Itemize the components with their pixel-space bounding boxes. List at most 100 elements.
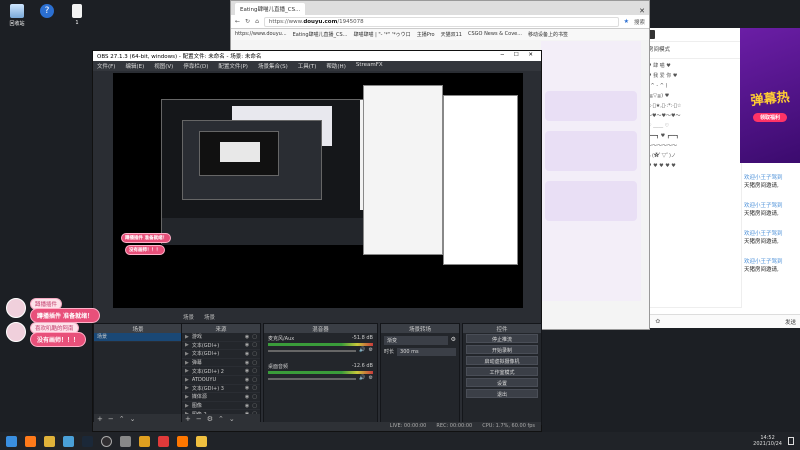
gift-icon[interactable]: ✿ xyxy=(655,318,660,325)
lock-icon[interactable]: ▢ xyxy=(252,360,257,366)
douyu-icon[interactable] xyxy=(177,435,188,447)
gear-icon[interactable]: ⚙ xyxy=(369,375,373,381)
close-icon[interactable]: ✕ xyxy=(635,7,649,15)
msg-name: 欢迎小王子驾到 xyxy=(744,203,783,209)
explorer-icon[interactable] xyxy=(44,435,55,447)
promo-button[interactable]: 领取福利 xyxy=(753,113,787,122)
preview-danmu-bubble: 蹲播插件 准备就绪！ xyxy=(121,233,172,243)
source-label: 文本(GDI+) xyxy=(191,342,220,349)
obs-icon[interactable] xyxy=(101,435,112,447)
eye-icon[interactable]: ◉ xyxy=(245,334,249,340)
eye-icon[interactable]: ◉ xyxy=(245,394,249,400)
eye-icon[interactable]: ◉ xyxy=(245,342,249,348)
eye-icon[interactable]: ◉ xyxy=(245,360,249,366)
source-item[interactable]: ▶ 文本(GDI+) ◉ ▢ xyxy=(182,342,260,351)
volume-slider[interactable] xyxy=(268,378,357,380)
lock-icon[interactable]: ▢ xyxy=(252,342,257,348)
menu-item[interactable]: 文件(F) xyxy=(97,62,115,70)
source-item[interactable]: ▶ 游戏 ◉ ▢ xyxy=(182,333,260,342)
send-button[interactable]: 发送 xyxy=(785,318,796,326)
windows-start-icon[interactable] xyxy=(6,435,17,447)
refresh-icon[interactable]: ↻ xyxy=(245,18,250,25)
source-item[interactable]: ▶ ATDOUYU ◉ ▢ xyxy=(182,376,260,385)
scenes-dock: 场景 场景 + − ⌃ ⌄ xyxy=(93,323,183,425)
chat-input-bar[interactable]: ☺ ✿ 发送 xyxy=(640,314,800,328)
bookmark-item[interactable]: Eating肆喵儿直播_CS... xyxy=(293,31,348,38)
menu-item[interactable]: StreamFX xyxy=(356,62,383,70)
obs-scene-tab[interactable]: 场景 场景 xyxy=(183,313,215,321)
back-icon[interactable]: ← xyxy=(235,18,240,25)
bookmark-item[interactable]: 主播Pro xyxy=(417,31,435,38)
bookmark-item[interactable]: 移动设备上的书签 xyxy=(528,31,568,38)
eye-icon[interactable]: ◉ xyxy=(245,351,249,357)
volume-slider[interactable] xyxy=(268,350,357,352)
menu-item[interactable]: 帮助(H) xyxy=(326,62,345,70)
settings-icon[interactable] xyxy=(120,435,131,447)
menu-item[interactable]: 停靠栏(D) xyxy=(183,62,208,70)
gear-icon[interactable]: ⚙ xyxy=(451,336,456,345)
speaker-icon[interactable]: 🔊 xyxy=(359,347,365,353)
menu-item[interactable]: 视图(V) xyxy=(154,62,173,70)
source-item[interactable]: ▶ 图像 ◉ ▢ xyxy=(182,402,260,411)
eye-icon[interactable]: ◉ xyxy=(245,377,249,383)
desktop-icon-file[interactable]: 1 xyxy=(60,4,94,26)
gear-icon[interactable]: ⚙ xyxy=(369,347,373,353)
window-controls[interactable]: ─ ☐ ✕ xyxy=(501,52,537,60)
menu-item[interactable]: 配置文件(P) xyxy=(218,62,248,70)
eye-icon[interactable]: ◉ xyxy=(245,368,249,374)
control-button[interactable]: 退出 xyxy=(466,389,538,398)
control-button[interactable]: 工作室模式 xyxy=(466,367,538,376)
steam-icon[interactable] xyxy=(82,435,93,447)
file-icon xyxy=(72,4,82,18)
lock-icon[interactable]: ▢ xyxy=(252,403,257,409)
search-icon[interactable]: 搜索 xyxy=(634,18,645,26)
lock-icon[interactable]: ▢ xyxy=(252,351,257,357)
menu-item[interactable]: 编辑(E) xyxy=(125,62,144,70)
desktop-icon-label: 回收站 xyxy=(9,21,25,27)
source-item[interactable]: ▶ 文本(GDI+) ◉ ▢ xyxy=(182,350,260,359)
bookmark-item[interactable]: CSGO News & Cove... xyxy=(468,31,522,38)
dock-title: 混音器 xyxy=(264,324,377,333)
star-icon[interactable]: ★ xyxy=(624,18,629,25)
notification-icon[interactable] xyxy=(788,437,794,445)
obs-title-bar: OBS 27.1.3 (64-bit, windows) - 配置文件: 未命名… xyxy=(93,51,541,61)
bookmark-item[interactable]: https://www.douyu... xyxy=(235,31,287,38)
control-button[interactable]: 设置 xyxy=(466,378,538,387)
lock-icon[interactable]: ▢ xyxy=(252,377,257,383)
lock-icon[interactable]: ▢ xyxy=(252,334,257,340)
source-item[interactable]: ▶ 文本(GDI+) 2 ◉ ▢ xyxy=(182,367,260,376)
source-label: 图像 xyxy=(191,403,202,410)
desktop-icon-help[interactable]: ? xyxy=(30,4,64,20)
source-label: ATDOUYU xyxy=(191,376,217,383)
csgo-icon[interactable] xyxy=(139,435,150,447)
firefox-icon[interactable] xyxy=(25,435,36,447)
speaker-icon[interactable]: 🔊 xyxy=(359,375,365,381)
lock-icon[interactable]: ▢ xyxy=(252,394,257,400)
bookmark-item[interactable]: 肆喵肆喵 | "- '*" '*ゥウ口 xyxy=(353,31,410,38)
control-button[interactable]: 启动虚拟摄像机 xyxy=(466,356,538,365)
weibo-icon[interactable] xyxy=(158,435,169,447)
source-item[interactable]: ▶ 媒体源 ◉ ▢ xyxy=(182,393,260,402)
menu-item[interactable]: 工具(T) xyxy=(298,62,317,70)
obs-preview[interactable]: 蹲播插件 准备就绪！ 没有画师！！！ xyxy=(113,73,523,308)
folder-icon[interactable] xyxy=(196,435,207,447)
source-item[interactable]: ▶ 文本(GDI+) 3 ◉ ▢ xyxy=(182,385,260,394)
desktop-icon-recycle[interactable]: 回收站 xyxy=(0,4,34,27)
bookmark-item[interactable]: 天猫双11 xyxy=(441,31,462,38)
url-input[interactable]: https://www.douyu.com/1945078 xyxy=(263,16,619,27)
control-button[interactable]: 开始录制 xyxy=(466,345,538,354)
lock-icon[interactable]: ▢ xyxy=(252,385,257,391)
scene-item[interactable]: 场景 xyxy=(94,333,182,342)
eye-icon[interactable]: ◉ xyxy=(245,403,249,409)
menu-item[interactable]: 场景集合(S) xyxy=(258,62,288,70)
browser-tab-active[interactable]: Eating肆喵儿直播_CS... xyxy=(235,3,306,15)
tray-clock[interactable]: 14:52 2021/10/24 xyxy=(753,435,782,447)
source-item[interactable]: ▶ 弹幕 ◉ ▢ xyxy=(182,359,260,368)
eye-icon[interactable]: ◉ xyxy=(245,385,249,391)
duration-input[interactable]: 300 ms xyxy=(397,348,456,356)
home-icon[interactable]: ⌂ xyxy=(255,18,259,25)
notepad-icon[interactable] xyxy=(63,435,74,447)
lock-icon[interactable]: ▢ xyxy=(252,368,257,374)
transition-select[interactable]: 渐变 xyxy=(384,336,448,345)
control-button[interactable]: 停止推流 xyxy=(466,334,538,343)
